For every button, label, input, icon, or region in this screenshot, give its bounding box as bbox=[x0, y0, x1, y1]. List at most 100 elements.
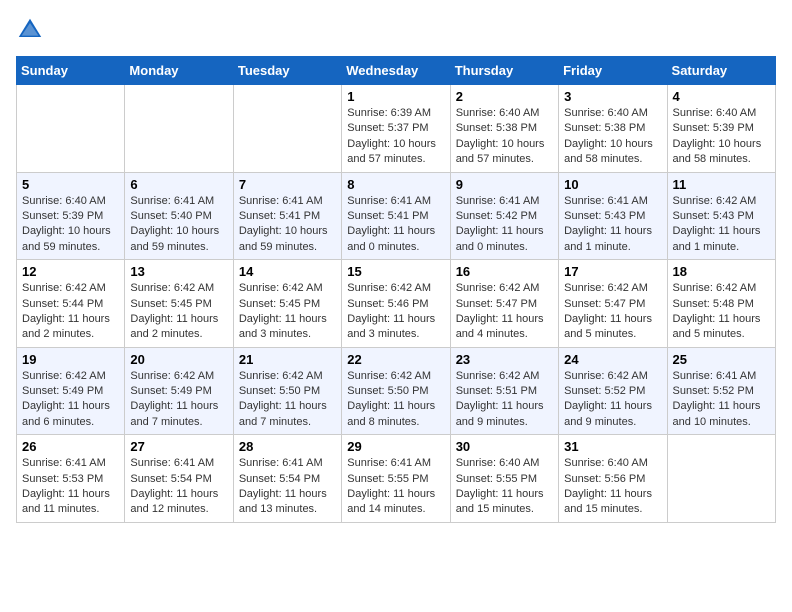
calendar-cell: 27Sunrise: 6:41 AM Sunset: 5:54 PM Dayli… bbox=[125, 435, 233, 523]
day-number: 28 bbox=[239, 439, 336, 454]
day-info: Sunrise: 6:41 AM Sunset: 5:52 PM Dayligh… bbox=[673, 369, 770, 431]
day-info: Sunrise: 6:41 AM Sunset: 5:43 PM Dayligh… bbox=[564, 194, 661, 256]
day-number: 26 bbox=[22, 439, 119, 454]
weekday-header-saturday: Saturday bbox=[667, 57, 775, 85]
week-row-1: 1 Sunrise: 6:39 AM Sunset: 5:37 PM Daylig… bbox=[17, 85, 776, 173]
day-info: Sunrise: 6:40 AM Sunset: 5:39 PM Dayligh… bbox=[22, 194, 119, 256]
day-number: 14 bbox=[239, 264, 336, 279]
weekday-header-friday: Friday bbox=[559, 57, 667, 85]
calendar-cell: 10 Sunrise: 6:41 AM Sunset: 5:43 PM Dayli… bbox=[559, 172, 667, 260]
day-info: Sunrise: 6:41 AM Sunset: 5:41 PM Dayligh… bbox=[239, 194, 336, 256]
day-number: 1 bbox=[347, 89, 444, 104]
calendar-cell: 17 Sunrise: 6:42 AM Sunset: 5:47 PM Dayli… bbox=[559, 260, 667, 348]
calendar-cell: 29 Sunrise: 6:41 AM Sunset: 5:55 PM Dayli… bbox=[342, 435, 450, 523]
day-info: Sunrise: 6:42 AM Sunset: 5:51 PM Dayligh… bbox=[456, 369, 553, 431]
calendar-cell: 22 Sunrise: 6:42 AM Sunset: 5:50 PM Dayli… bbox=[342, 347, 450, 435]
day-info: Sunrise: 6:40 AM Sunset: 5:38 PM Dayligh… bbox=[456, 106, 553, 168]
page-header bbox=[16, 16, 776, 44]
calendar-cell: 19 Sunrise: 6:42 AM Sunset: 5:49 PM Dayli… bbox=[17, 347, 125, 435]
day-number: 20 bbox=[130, 352, 227, 367]
calendar-cell: 14 Sunrise: 6:42 AM Sunset: 5:45 PM Dayli… bbox=[233, 260, 341, 348]
calendar-cell: 23 Sunrise: 6:42 AM Sunset: 5:51 PM Dayli… bbox=[450, 347, 558, 435]
weekday-header-row: SundayMondayTuesdayWednesdayThursdayFrid… bbox=[17, 57, 776, 85]
calendar-cell: 9 Sunrise: 6:41 AM Sunset: 5:42 PM Daylig… bbox=[450, 172, 558, 260]
day-info: Sunrise: 6:42 AM Sunset: 5:43 PM Dayligh… bbox=[673, 194, 770, 256]
calendar-cell: 28 Sunrise: 6:41 AM Sunset: 5:54 PM Dayli… bbox=[233, 435, 341, 523]
day-number: 10 bbox=[564, 177, 661, 192]
calendar-cell: 20 Sunrise: 6:42 AM Sunset: 5:49 PM Dayli… bbox=[125, 347, 233, 435]
calendar-cell: 15Sunrise: 6:42 AM Sunset: 5:46 PM Dayli… bbox=[342, 260, 450, 348]
day-number: 2 bbox=[456, 89, 553, 104]
calendar-cell bbox=[125, 85, 233, 173]
day-info: Sunrise: 6:40 AM Sunset: 5:39 PM Dayligh… bbox=[673, 106, 770, 168]
calendar-cell: 21Sunrise: 6:42 AM Sunset: 5:50 PM Dayli… bbox=[233, 347, 341, 435]
day-number: 25 bbox=[673, 352, 770, 367]
calendar-cell: 1 Sunrise: 6:39 AM Sunset: 5:37 PM Daylig… bbox=[342, 85, 450, 173]
day-number: 6 bbox=[130, 177, 227, 192]
week-row-3: 12 Sunrise: 6:42 AM Sunset: 5:44 PM Dayli… bbox=[17, 260, 776, 348]
calendar-cell: 5 Sunrise: 6:40 AM Sunset: 5:39 PM Daylig… bbox=[17, 172, 125, 260]
calendar-cell: 8 Sunrise: 6:41 AM Sunset: 5:41 PM Daylig… bbox=[342, 172, 450, 260]
calendar-cell bbox=[233, 85, 341, 173]
day-info: Sunrise: 6:42 AM Sunset: 5:49 PM Dayligh… bbox=[22, 369, 119, 431]
weekday-header-sunday: Sunday bbox=[17, 57, 125, 85]
day-number: 4 bbox=[673, 89, 770, 104]
day-info: Sunrise: 6:42 AM Sunset: 5:47 PM Dayligh… bbox=[456, 281, 553, 343]
day-info: Sunrise: 6:42 AM Sunset: 5:44 PM Dayligh… bbox=[22, 281, 119, 343]
calendar-cell: 2 Sunrise: 6:40 AM Sunset: 5:38 PM Daylig… bbox=[450, 85, 558, 173]
day-number: 19 bbox=[22, 352, 119, 367]
day-info: Sunrise: 6:41 AM Sunset: 5:54 PM Dayligh… bbox=[239, 456, 336, 518]
day-info: Sunrise: 6:39 AM Sunset: 5:37 PM Dayligh… bbox=[347, 106, 444, 168]
day-info: Sunrise: 6:42 AM Sunset: 5:50 PM Dayligh… bbox=[347, 369, 444, 431]
calendar-cell: 12 Sunrise: 6:42 AM Sunset: 5:44 PM Dayli… bbox=[17, 260, 125, 348]
day-number: 11 bbox=[673, 177, 770, 192]
calendar-cell: 4 Sunrise: 6:40 AM Sunset: 5:39 PM Daylig… bbox=[667, 85, 775, 173]
day-number: 18 bbox=[673, 264, 770, 279]
day-number: 17 bbox=[564, 264, 661, 279]
day-number: 27 bbox=[130, 439, 227, 454]
day-number: 9 bbox=[456, 177, 553, 192]
calendar-cell: 6 Sunrise: 6:41 AM Sunset: 5:40 PM Daylig… bbox=[125, 172, 233, 260]
day-number: 22 bbox=[347, 352, 444, 367]
day-info: Sunrise: 6:42 AM Sunset: 5:46 PM Dayligh… bbox=[347, 281, 444, 343]
day-info: Sunrise: 6:41 AM Sunset: 5:42 PM Dayligh… bbox=[456, 194, 553, 256]
calendar-cell bbox=[17, 85, 125, 173]
calendar: SundayMondayTuesdayWednesdayThursdayFrid… bbox=[16, 56, 776, 523]
day-info: Sunrise: 6:42 AM Sunset: 5:49 PM Dayligh… bbox=[130, 369, 227, 431]
day-number: 31 bbox=[564, 439, 661, 454]
day-number: 5 bbox=[22, 177, 119, 192]
week-row-4: 19 Sunrise: 6:42 AM Sunset: 5:49 PM Dayli… bbox=[17, 347, 776, 435]
logo bbox=[16, 16, 48, 44]
day-info: Sunrise: 6:42 AM Sunset: 5:45 PM Dayligh… bbox=[239, 281, 336, 343]
calendar-cell: 18 Sunrise: 6:42 AM Sunset: 5:48 PM Dayli… bbox=[667, 260, 775, 348]
day-number: 7 bbox=[239, 177, 336, 192]
day-info: Sunrise: 6:42 AM Sunset: 5:47 PM Dayligh… bbox=[564, 281, 661, 343]
weekday-header-thursday: Thursday bbox=[450, 57, 558, 85]
day-number: 29 bbox=[347, 439, 444, 454]
calendar-cell: 31Sunrise: 6:40 AM Sunset: 5:56 PM Dayli… bbox=[559, 435, 667, 523]
calendar-cell: 30Sunrise: 6:40 AM Sunset: 5:55 PM Dayli… bbox=[450, 435, 558, 523]
calendar-cell: 16 Sunrise: 6:42 AM Sunset: 5:47 PM Dayli… bbox=[450, 260, 558, 348]
day-info: Sunrise: 6:41 AM Sunset: 5:41 PM Dayligh… bbox=[347, 194, 444, 256]
weekday-header-wednesday: Wednesday bbox=[342, 57, 450, 85]
calendar-cell: 7 Sunrise: 6:41 AM Sunset: 5:41 PM Daylig… bbox=[233, 172, 341, 260]
day-info: Sunrise: 6:42 AM Sunset: 5:52 PM Dayligh… bbox=[564, 369, 661, 431]
day-info: Sunrise: 6:41 AM Sunset: 5:40 PM Dayligh… bbox=[130, 194, 227, 256]
logo-icon bbox=[16, 16, 44, 44]
weekday-header-tuesday: Tuesday bbox=[233, 57, 341, 85]
weekday-header-monday: Monday bbox=[125, 57, 233, 85]
day-number: 3 bbox=[564, 89, 661, 104]
calendar-cell: 25 Sunrise: 6:41 AM Sunset: 5:52 PM Dayli… bbox=[667, 347, 775, 435]
week-row-2: 5 Sunrise: 6:40 AM Sunset: 5:39 PM Daylig… bbox=[17, 172, 776, 260]
day-number: 8 bbox=[347, 177, 444, 192]
day-info: Sunrise: 6:41 AM Sunset: 5:55 PM Dayligh… bbox=[347, 456, 444, 518]
day-number: 13 bbox=[130, 264, 227, 279]
day-number: 12 bbox=[22, 264, 119, 279]
calendar-cell: 3Sunrise: 6:40 AM Sunset: 5:38 PM Daylig… bbox=[559, 85, 667, 173]
day-number: 16 bbox=[456, 264, 553, 279]
calendar-cell: 13 Sunrise: 6:42 AM Sunset: 5:45 PM Dayli… bbox=[125, 260, 233, 348]
day-info: Sunrise: 6:42 AM Sunset: 5:45 PM Dayligh… bbox=[130, 281, 227, 343]
day-info: Sunrise: 6:42 AM Sunset: 5:48 PM Dayligh… bbox=[673, 281, 770, 343]
day-number: 23 bbox=[456, 352, 553, 367]
calendar-cell bbox=[667, 435, 775, 523]
